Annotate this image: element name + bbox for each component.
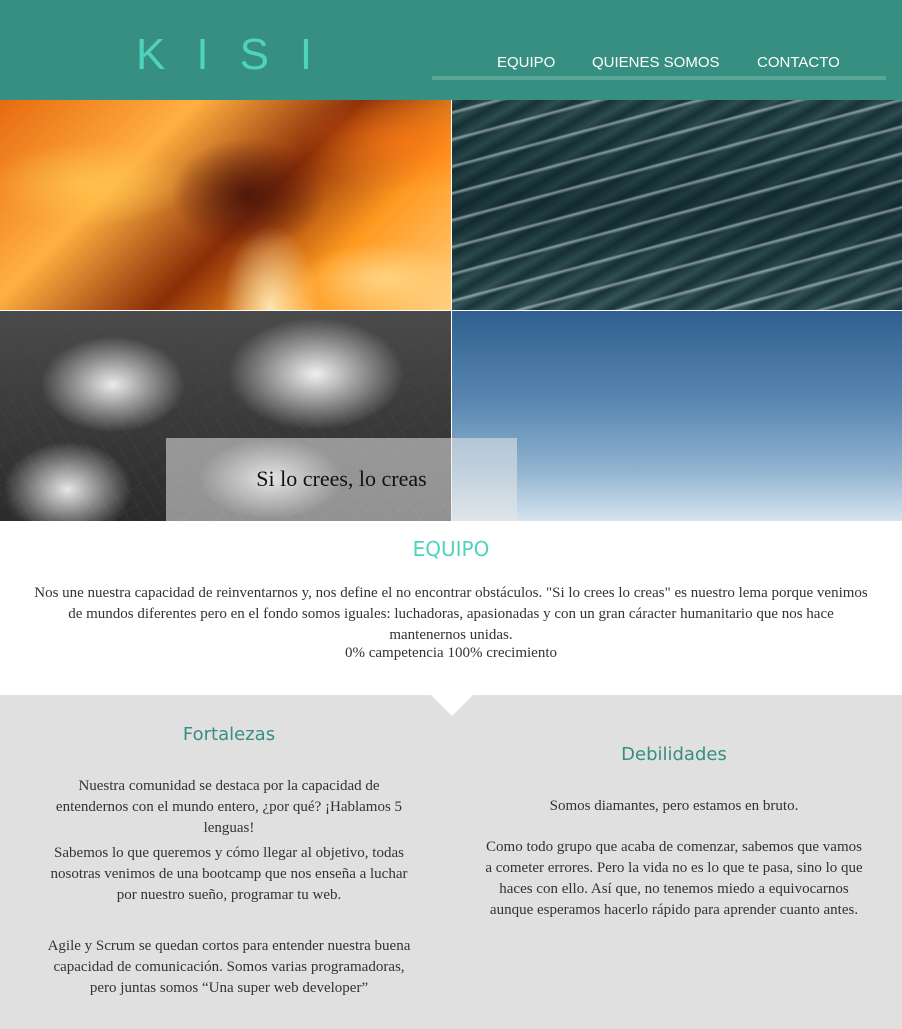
nav-link-quienes-somos[interactable]: QUIENES SOMOS <box>592 54 720 71</box>
equipo-description: Nos une nuestra capacidad de reinventarn… <box>34 585 868 643</box>
equipo-title: EQUIPO <box>412 537 490 561</box>
site-header: KISI EQUIPO QUIENES SOMOS CONTACTO <box>0 0 902 100</box>
fire-image <box>0 100 451 310</box>
nav-link-equipo[interactable]: EQUIPO <box>497 54 555 71</box>
slogan-box: Si lo crees, lo creas <box>166 438 517 521</box>
debilidades-paragraph: Somos diamantes, pero estamos en bruto. <box>549 798 799 814</box>
debilidades-paragraph: Como todo grupo que acaba de comenzar, s… <box>485 839 863 918</box>
section-notch <box>431 695 473 716</box>
hero-mosaic: Si lo crees, lo creas <box>0 100 902 521</box>
debilidades-title: Debilidades <box>621 744 727 765</box>
hero-slogan: Si lo crees, lo creas <box>256 466 427 491</box>
nav-link-contacto[interactable]: CONTACTO <box>757 54 840 71</box>
fortalezas-paragraph: Agile y Scrum se quedan cortos para ente… <box>47 938 411 996</box>
equipo-motto: 0% campetencia 100% crecimiento <box>345 645 557 661</box>
water-image <box>452 100 902 310</box>
fortalezas-paragraph: Sabemos lo que queremos y cómo llegar al… <box>50 845 408 903</box>
fortalezas-title: Fortalezas <box>182 724 276 745</box>
sky-image <box>452 311 902 521</box>
main-nav: EQUIPO QUIENES SOMOS CONTACTO <box>432 40 886 80</box>
site-logo[interactable]: KISI <box>136 30 343 80</box>
fortalezas-paragraph: Nuestra comunidad se destaca por la capa… <box>55 778 403 836</box>
